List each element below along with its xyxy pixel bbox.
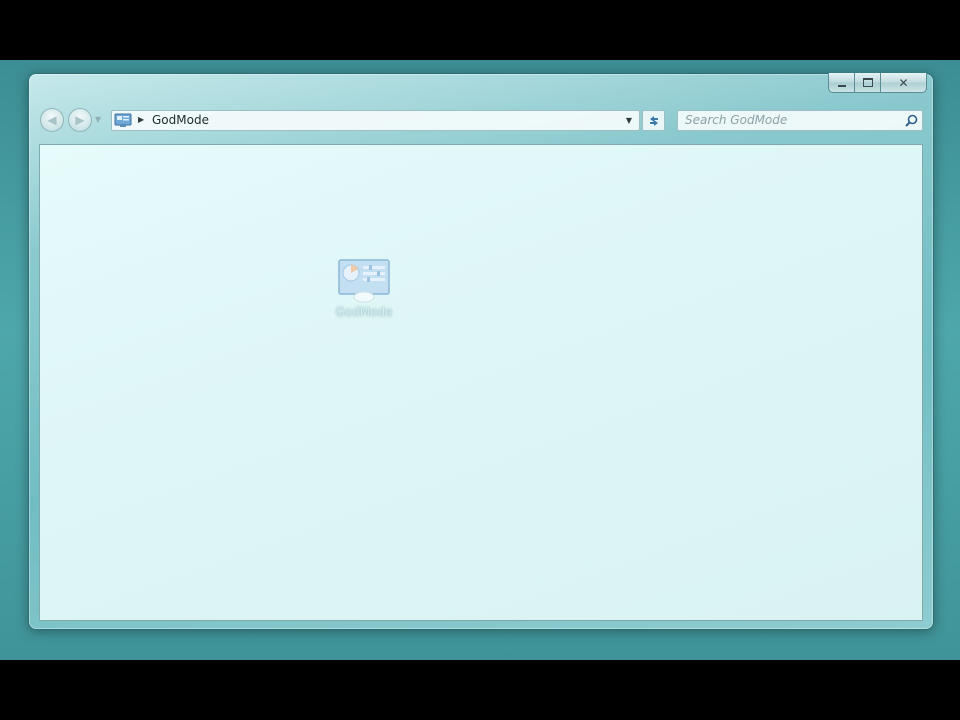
refresh-icon [649,115,658,126]
search-box[interactable]: Search GodMode [677,110,923,131]
address-dropdown-button[interactable]: ▼ [621,112,637,129]
control-panel-icon [114,113,132,127]
maximize-button[interactable] [855,73,881,93]
control-panel-icon [338,259,390,303]
folder-item-label: GodMode [335,305,393,319]
forward-arrow-icon: ▶ [75,113,85,127]
forward-button[interactable]: ▶ [68,108,92,132]
folder-item-godmode[interactable]: GodMode [328,257,400,319]
search-icon[interactable] [905,114,918,127]
search-input[interactable]: Search GodMode [685,113,787,127]
back-arrow-icon: ◀ [47,113,57,127]
back-button[interactable]: ◀ [40,108,64,132]
breadcrumb-separator-icon[interactable]: ▶ [138,115,144,124]
breadcrumb-godmode[interactable]: GodMode [152,113,209,127]
close-icon: ✕ [898,75,909,90]
navigation-bar: ◀ ▶ ▼ ▶ GodMode ▼ Search GodMode [39,108,923,134]
address-bar[interactable]: ▶ GodMode ▼ [111,110,640,131]
refresh-button[interactable] [642,110,665,131]
folder-content-pane[interactable]: GodMode [39,144,923,621]
desktop: ✕ ◀ ▶ ▼ ▶ GodMode ▼ Search GodMode GodMo… [0,60,960,660]
explorer-window: ✕ ◀ ▶ ▼ ▶ GodMode ▼ Search GodMode GodMo… [28,73,934,630]
minimize-icon [837,84,846,87]
minimize-button[interactable] [828,73,855,93]
caption-buttons: ✕ [828,73,927,93]
recent-pages-dropdown[interactable]: ▼ [95,115,101,124]
maximize-icon [862,78,873,87]
close-button[interactable]: ✕ [881,73,927,93]
